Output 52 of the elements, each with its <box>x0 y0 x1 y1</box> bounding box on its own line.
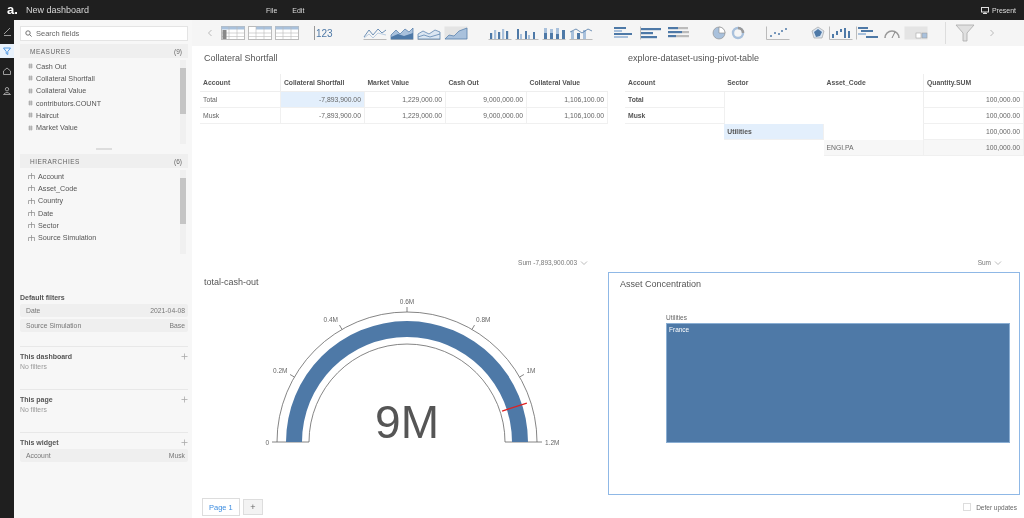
line-chart-icon[interactable] <box>362 26 387 40</box>
search-icon <box>25 30 32 37</box>
bar-chart-icon[interactable] <box>514 26 539 40</box>
hierarchy-icon <box>28 197 35 204</box>
table-icon[interactable] <box>248 26 272 40</box>
gantt-chart-icon[interactable] <box>855 26 880 40</box>
widget-title: total-cash-out <box>204 277 260 289</box>
plus-icon[interactable] <box>181 396 188 403</box>
donut-chart-icon[interactable] <box>729 26 746 40</box>
checkbox[interactable] <box>963 503 972 511</box>
filter-icon <box>2 46 12 56</box>
hierarchy-icon <box>28 185 35 192</box>
stacked-bar-icon[interactable] <box>541 26 566 40</box>
monitor-icon <box>980 6 989 14</box>
number-chart-button[interactable]: 123 <box>314 26 333 40</box>
scatter-plot-icon[interactable] <box>765 26 790 40</box>
gauge-value: 9M <box>375 396 439 448</box>
plus-icon[interactable] <box>181 353 188 360</box>
funnel-icon[interactable] <box>954 24 975 42</box>
horizontal-bar-icon[interactable] <box>639 26 664 40</box>
user-icon <box>2 86 12 96</box>
widget-title: explore-dataset-using-pivot-table <box>627 53 761 65</box>
hierarchy-icon <box>28 173 35 180</box>
layout-icon[interactable] <box>903 26 928 40</box>
radar-chart-icon[interactable] <box>809 26 826 40</box>
waterfall-chart-icon[interactable] <box>828 26 853 40</box>
chevron-left-icon[interactable] <box>207 29 213 37</box>
app-logo[interactable]: a. <box>7 3 26 17</box>
edit-icon <box>2 26 12 36</box>
area-chart-icon[interactable] <box>389 26 414 40</box>
chevron-down-icon[interactable] <box>580 259 588 266</box>
hierarchy-icon <box>28 210 35 217</box>
rail-button[interactable] <box>0 84 14 98</box>
table-icon[interactable] <box>275 26 299 40</box>
hierarchy-icon <box>28 222 35 229</box>
area-chart-icon[interactable] <box>443 26 468 40</box>
chevron-down-icon[interactable] <box>994 259 1002 266</box>
combo-chart-icon[interactable] <box>568 26 593 40</box>
table-icon[interactable] <box>221 26 245 40</box>
plus-icon[interactable] <box>181 439 188 446</box>
scrollbar[interactable] <box>180 170 186 254</box>
scrollbar[interactable] <box>180 60 186 144</box>
widget-title: Collateral Shortfall <box>203 53 279 65</box>
dashboard-title: New dashboard <box>26 5 91 15</box>
hierarchy-icon <box>28 234 35 241</box>
horizontal-bar-icon[interactable] <box>666 26 691 40</box>
area-chart-icon[interactable] <box>416 26 441 40</box>
bar-chart-icon[interactable] <box>487 26 512 40</box>
chevron-right-icon[interactable] <box>988 29 995 37</box>
add-page-button[interactable]: + <box>242 499 263 515</box>
widget-title: Asset Concentration <box>620 279 703 291</box>
pie-chart-icon[interactable] <box>710 26 727 40</box>
